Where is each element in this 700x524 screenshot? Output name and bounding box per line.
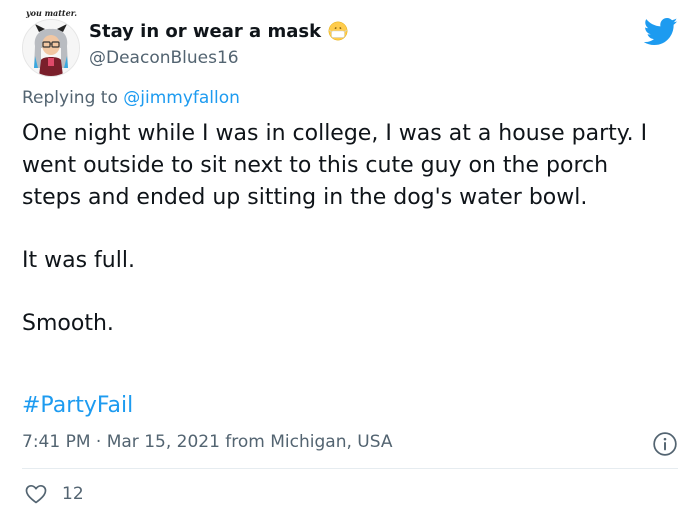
display-name[interactable]: Stay in or wear a mask: [89, 21, 321, 42]
tweet-paragraph: It was full.: [22, 248, 135, 273]
like-count: 12: [62, 484, 84, 504]
hashtag-link[interactable]: #PartyFail: [22, 393, 133, 418]
face-with-medical-mask-icon: [328, 21, 348, 41]
avatar[interactable]: [22, 19, 80, 77]
bitmoji-avatar-icon: [23, 20, 79, 76]
replying-to-prefix: Replying to: [22, 88, 118, 108]
tweet-text: One night while I was in college, I was …: [22, 118, 672, 340]
twitter-bird-icon[interactable]: [644, 17, 678, 47]
heart-icon[interactable]: [24, 482, 48, 506]
replying-to: Replying to @jimmyfallon: [22, 88, 240, 108]
tweet-paragraph: Smooth.: [22, 311, 114, 336]
like-action[interactable]: 12: [24, 482, 84, 506]
info-icon[interactable]: [652, 431, 678, 457]
user-handle[interactable]: @DeaconBlues16: [89, 48, 239, 68]
tweet-paragraph: One night while I was in college, I was …: [22, 121, 648, 210]
avatar-caption: you matter.: [26, 8, 77, 18]
divider: [22, 468, 678, 469]
author-name-row[interactable]: Stay in or wear a mask: [89, 20, 349, 42]
replying-to-mention[interactable]: @jimmyfallon: [123, 88, 240, 108]
tweet-timestamp[interactable]: 7:41 PM · Mar 15, 2021 from Michigan, US…: [22, 432, 392, 452]
